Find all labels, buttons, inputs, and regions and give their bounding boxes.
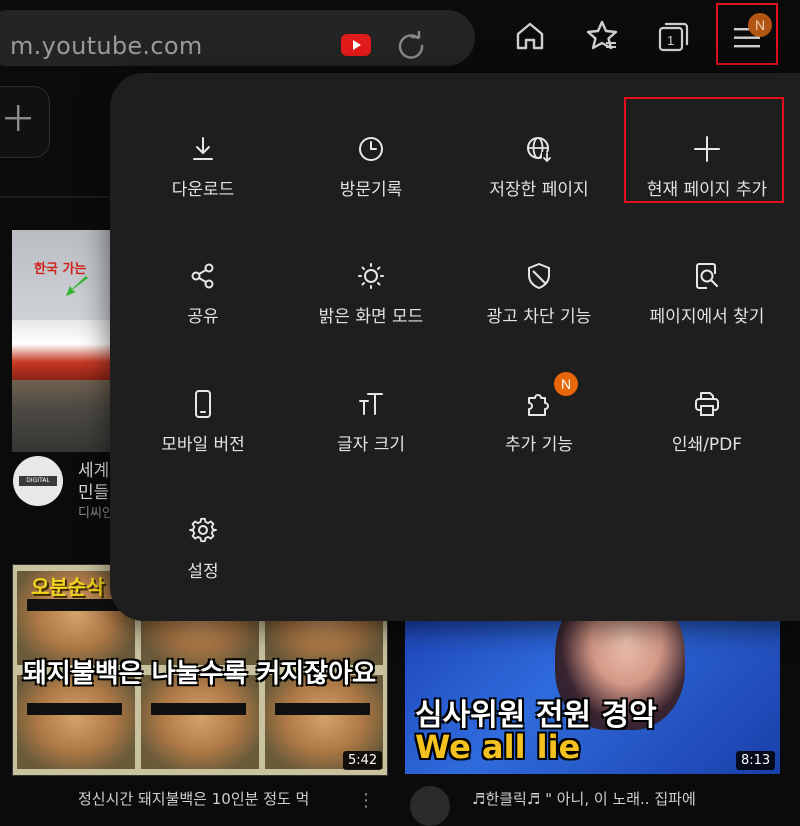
notification-badge: N: [748, 13, 772, 37]
thumbnail-caption: 한국 가는: [34, 262, 87, 277]
address-bar[interactable]: m.youtube.com: [0, 10, 475, 66]
home-icon[interactable]: [512, 18, 548, 54]
add-ons-button[interactable]: N 추가 기능: [454, 372, 624, 488]
share-button[interactable]: 공유: [118, 250, 288, 360]
add-current-page-button[interactable]: 현재 페이지 추가: [622, 123, 792, 233]
text-size-button[interactable]: 글자 크기: [286, 378, 456, 488]
printer-icon: [695, 392, 719, 416]
ad-blocker-button[interactable]: 광고 차단 기능: [454, 250, 624, 360]
find-in-page-button[interactable]: 페이지에서 찾기: [622, 250, 792, 360]
settings-button[interactable]: 설정: [118, 505, 288, 615]
plus-icon: [5, 105, 31, 131]
sun-icon: [358, 263, 384, 289]
find-in-page-icon: [696, 263, 719, 289]
new-tab-button[interactable]: [0, 86, 50, 158]
light-mode-button[interactable]: 밝은 화면 모드: [286, 250, 456, 360]
video-duration: 8:13: [736, 751, 776, 770]
saved-pages-globe-icon: [527, 137, 552, 163]
mobile-version-button[interactable]: 모바일 버전: [118, 378, 288, 488]
mobile-phone-icon: [195, 390, 211, 418]
thumbnail-caption: We all lie: [415, 728, 581, 766]
text-size-icon: [359, 393, 383, 415]
print-pdf-button[interactable]: 인쇄/PDF: [622, 378, 792, 488]
download-icon: [193, 137, 213, 160]
youtube-icon[interactable]: [341, 34, 371, 56]
shield-icon: [528, 263, 550, 289]
ship-image: [12, 320, 117, 380]
menu-button[interactable]: N: [716, 3, 778, 65]
tabs-icon[interactable]: 1: [656, 20, 690, 54]
puzzle-icon: [528, 394, 549, 416]
plus-icon: [694, 136, 720, 162]
video-thumbnail[interactable]: 한국 가는: [12, 230, 117, 452]
video-duration: 5:42: [343, 751, 383, 770]
bookmark-star-icon[interactable]: [584, 18, 620, 54]
channel-logo: 오분순삭: [31, 575, 105, 599]
reload-icon[interactable]: [396, 31, 426, 61]
channel-name[interactable]: 디씨인: [78, 502, 114, 521]
video-title[interactable]: 정신시간 돼지불백은 10인분 정도 먹: [78, 788, 309, 809]
url-text[interactable]: m.youtube.com: [10, 32, 203, 60]
history-button[interactable]: 방문기록: [286, 123, 456, 233]
gear-icon: [189, 517, 217, 543]
thumbnail-caption: 돼지불백은 나눌수록 커지잖아요: [23, 659, 376, 689]
video-title[interactable]: ♬한클릭♬ " 아니, 이 노래.. 집파에: [472, 788, 696, 809]
channel-avatar[interactable]: DIGITAL: [13, 456, 63, 506]
history-clock-icon: [359, 137, 383, 161]
download-button[interactable]: 다운로드: [118, 123, 288, 233]
svg-text:1: 1: [667, 33, 674, 48]
share-icon: [191, 263, 214, 289]
saved-pages-button[interactable]: 저장한 페이지: [454, 123, 624, 233]
arrow-icon: [66, 276, 88, 296]
quick-menu-panel: 다운로드 방문기록 저장한 페이지 현재 페이지 추가 공유 밝은 화면 모드 …: [110, 73, 800, 621]
more-options-icon[interactable]: ⋮: [357, 790, 375, 811]
new-badge: N: [554, 372, 578, 396]
channel-avatar[interactable]: [410, 786, 450, 826]
